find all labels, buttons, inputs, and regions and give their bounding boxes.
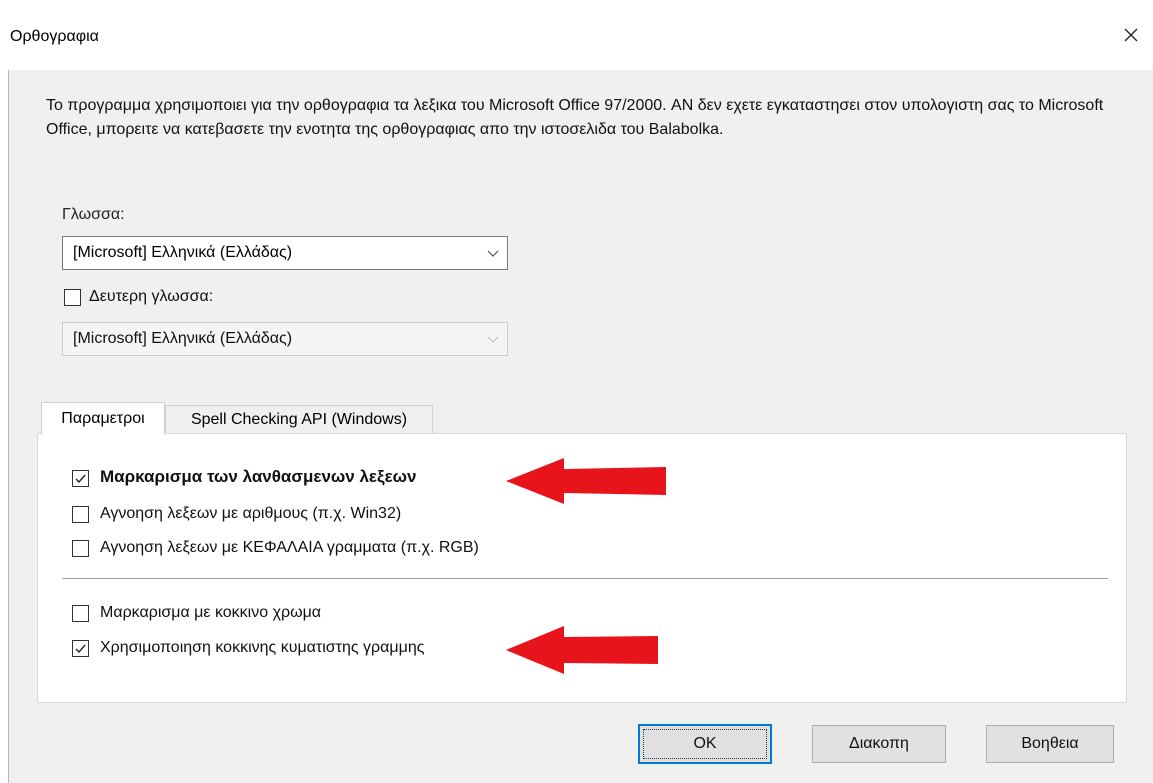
option-label-red-wavy-line: Χρησιμοποιηση κοκκινης κυματιστης γραμμη…: [100, 639, 425, 656]
tab-parameters-label: Παραμετροι: [61, 410, 145, 427]
second-language-select[interactable]: [Microsoft] Ελληνικά (Ελλάδας): [62, 322, 508, 356]
close-icon: [1124, 28, 1138, 42]
second-language-select-value: [Microsoft] Ελληνικά (Ελλάδας): [73, 330, 293, 347]
option-checkbox-ignore-numbers[interactable]: [72, 506, 89, 523]
close-button[interactable]: [1109, 20, 1153, 50]
title-bar: Ορθογραφια: [0, 0, 1153, 70]
annotation-arrow-icon: [506, 458, 666, 504]
spelling-dialog: Ορθογραφια Το προγραμμα χρησιμοποιει για…: [0, 0, 1153, 783]
ok-button[interactable]: OK: [638, 724, 772, 764]
option-label-mark-misspelled: Μαρκαρισμα των λανθασμενων λεξεων: [100, 467, 417, 486]
chevron-down-icon: [487, 336, 499, 343]
info-text: Το προγραμμα χρησιμοποιει για την ορθογρ…: [46, 97, 1104, 138]
annotation-arrow-icon: [506, 626, 658, 674]
window-title: Ορθογραφια: [10, 28, 99, 45]
tab-spell-checking-api[interactable]: Spell Checking API (Windows): [165, 405, 433, 434]
language-select-value: [Microsoft] Ελληνικά (Ελλάδας): [73, 244, 293, 261]
help-button-label: Βοηθεια: [1021, 735, 1079, 752]
option-label-ignore-uppercase: Αγνοηση λεξεων με ΚΕΦΑΛΑΙΑ γραμματα (π.χ…: [100, 539, 479, 556]
checkmark-icon: [75, 644, 86, 654]
focus-rectangle: [643, 729, 767, 759]
language-select[interactable]: [Microsoft] Ελληνικά (Ελλάδας): [62, 236, 508, 270]
tab-parameters[interactable]: Παραμετροι: [41, 402, 165, 435]
option-label-ignore-numbers: Αγνοηση λεξεων με αριθμους (π.χ. Win32): [100, 505, 402, 522]
options-divider: [62, 578, 1108, 579]
second-language-checkbox[interactable]: [64, 289, 81, 306]
option-label-red-color: Μαρκαρισμα με κοκκινο χρωμα: [100, 604, 322, 621]
option-checkbox-red-wavy-line[interactable]: [72, 640, 89, 657]
cancel-button-label: Διακοπη: [849, 735, 909, 752]
option-checkbox-red-color[interactable]: [72, 605, 89, 622]
chevron-down-icon: [487, 250, 499, 257]
cancel-button[interactable]: Διακοπη: [812, 725, 946, 763]
option-checkbox-mark-misspelled[interactable]: [72, 470, 89, 487]
tab-spell-checking-api-label: Spell Checking API (Windows): [190, 411, 408, 428]
dialog-left-border: [8, 70, 9, 783]
help-button[interactable]: Βοηθεια: [986, 725, 1114, 763]
checkmark-icon: [75, 474, 86, 484]
language-label: Γλωσσα:: [62, 206, 125, 223]
second-language-label: Δευτερη γλωσσα:: [89, 288, 214, 305]
option-checkbox-ignore-uppercase[interactable]: [72, 540, 89, 557]
